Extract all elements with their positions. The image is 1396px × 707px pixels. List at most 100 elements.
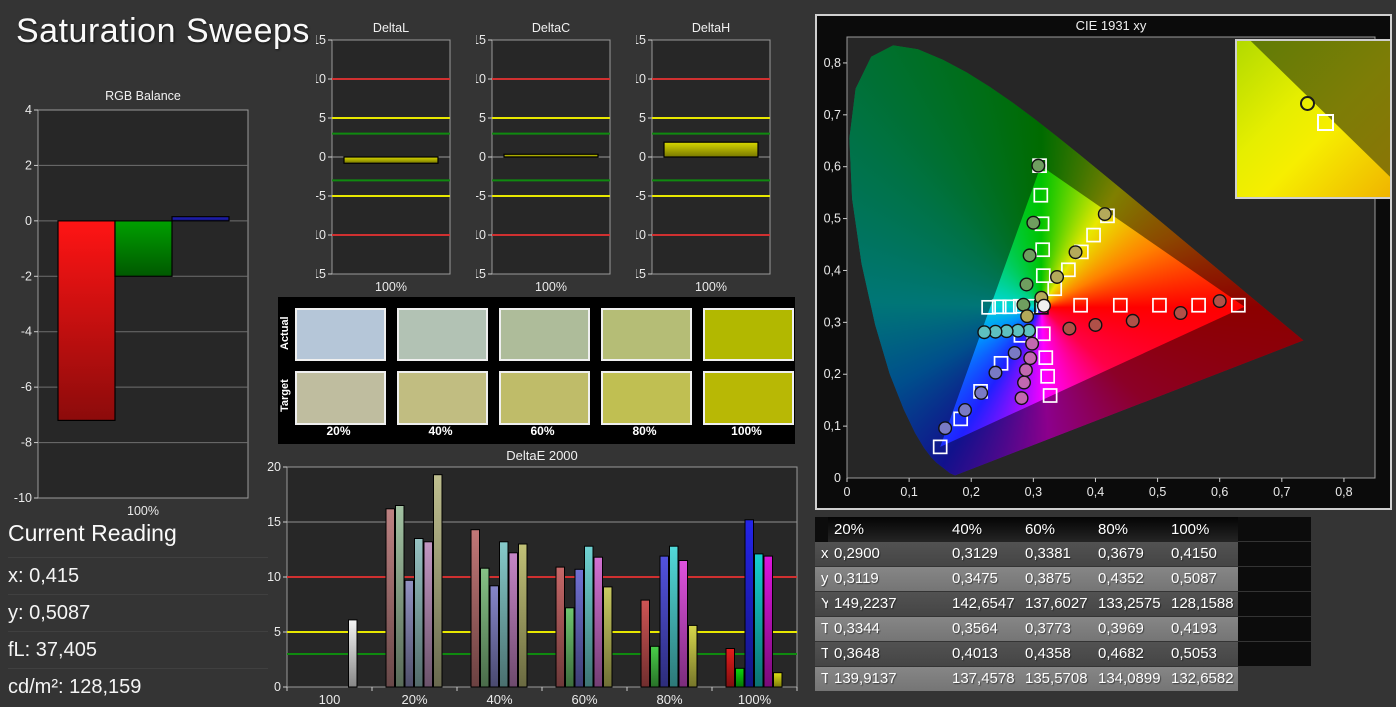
delta_c-svg: DeltaC 15 10 5 0 -5 -10 -15 100%: [468, 21, 611, 294]
table-cell: 0,3875: [1019, 567, 1092, 591]
cie-1931-chart[interactable]: CIE 1931 xy 0 0,1 0,1 0,2 0,2 0,3 0,3 0,4 0,4 0,5 0…: [815, 14, 1392, 510]
table-cell: 0,3648: [828, 642, 946, 666]
table-cell: 0,4150: [1165, 542, 1238, 566]
table-cell: 0,4358: [1019, 642, 1092, 666]
actual-target-swatch-panel[interactable]: Actual Target 20% 40% 60% 80% 100%: [278, 297, 795, 444]
svg-text:0,5: 0,5: [1149, 485, 1166, 499]
svg-text:0,1: 0,1: [900, 485, 917, 499]
delta-e-bar: [480, 567, 490, 688]
table-row-label: Target Y: [815, 667, 877, 691]
delta-c-chart[interactable]: DeltaC 15 10 5 0 -5 -10 -15 100%: [468, 12, 626, 301]
delta-e-bar: [773, 672, 783, 688]
svg-text:10: 10: [636, 72, 646, 86]
svg-text:10: 10: [267, 570, 281, 584]
table-header-cell: [815, 517, 828, 543]
table-cell: 128,1588: [1165, 592, 1238, 616]
current-reading-y: y: 0,5087: [8, 594, 268, 631]
table-cell: 135,5708: [1019, 667, 1092, 691]
svg-text:-15: -15: [316, 267, 326, 281]
delta-e-bar: [669, 545, 679, 688]
cie-measured-marker: [977, 325, 992, 340]
svg-text:0: 0: [479, 150, 486, 164]
cie-zoom-inset: [1235, 39, 1392, 199]
delta-e-bar: [404, 579, 414, 688]
delta_c-bar-deltac: [503, 153, 599, 158]
delta_h-svg: DeltaH 15 10 5 0 -5 -10 -15 100%: [628, 21, 771, 294]
cie-measured-marker: [1014, 391, 1029, 406]
saturation-sweep-table[interactable]: 20%40%60%80%100%x: CIE310,29000,31290,33…: [815, 517, 1311, 691]
table-cell: 134,0899: [1092, 667, 1165, 691]
svg-text:-10: -10: [476, 228, 486, 242]
svg-text:0,6: 0,6: [824, 160, 841, 174]
delta-e-bar: [763, 555, 773, 688]
svg-text:DeltaC: DeltaC: [532, 21, 570, 35]
cie-measured-marker: [1007, 345, 1022, 360]
svg-text:0,6: 0,6: [1211, 485, 1228, 499]
rgb-balance-chart[interactable]: RGB Balance 4 2 0 -2 -4 -6 -8 -10 100%: [6, 88, 262, 525]
delta-l-chart[interactable]: DeltaL 15 10 5 0 -5 -10 -15 100%: [308, 12, 466, 301]
delta-e-bar: [603, 586, 613, 688]
table-row-label: Y: [815, 592, 831, 616]
svg-text:DeltaE 2000: DeltaE 2000: [506, 448, 578, 463]
svg-text:-5: -5: [476, 189, 486, 203]
table-header-cell: 80%: [1092, 517, 1165, 543]
swatch-actual-60%: [499, 308, 590, 361]
delta-e-bar: [518, 543, 528, 688]
delta-e-bar: [499, 541, 509, 688]
svg-text:4: 4: [25, 103, 32, 117]
svg-text:60%: 60%: [571, 692, 597, 707]
cie-measured-marker: [958, 403, 973, 418]
svg-text:15: 15: [476, 33, 486, 47]
swatch-target-80%: [601, 371, 692, 425]
current-reading-title: Current Reading: [8, 520, 177, 546]
svg-text:-5: -5: [316, 189, 326, 203]
rgb_balance-bar-blue: [171, 216, 230, 222]
delta-e-bar: [489, 585, 499, 688]
svg-text:0: 0: [834, 471, 841, 485]
swatch-actual-40%: [397, 308, 488, 361]
delta-e-bar: [395, 505, 405, 688]
svg-text:40%: 40%: [486, 692, 512, 707]
swatch-actual-80%: [601, 308, 692, 361]
swatch-col-label: 80%: [632, 424, 657, 438]
svg-text:-10: -10: [316, 228, 326, 242]
delta-e-2000-chart[interactable]: DeltaE 2000 0 5 10 15 20 100 20% 40% 60% 80% 100%: [262, 448, 802, 707]
delta-h-chart[interactable]: DeltaH 15 10 5 0 -5 -10 -15 100%: [628, 12, 786, 301]
cie-measured-marker: [1031, 158, 1046, 173]
table-cell: 0,2900: [828, 542, 946, 566]
delta-e-bar: [678, 560, 688, 688]
svg-text:15: 15: [316, 33, 326, 47]
svg-text:0: 0: [844, 485, 851, 499]
svg-text:0,5: 0,5: [824, 212, 841, 226]
delta-e-bar: [659, 555, 669, 688]
svg-text:100%: 100%: [738, 692, 772, 707]
delta-e-bar: [508, 552, 518, 688]
cie-measured-marker: [1020, 309, 1035, 324]
table-cell: 137,6027: [1019, 592, 1092, 616]
cie-inset-measured-marker: [1299, 95, 1315, 111]
delta-e-bar: [574, 568, 584, 688]
svg-text:2: 2: [25, 158, 32, 172]
cie-measured-marker: [1025, 336, 1040, 351]
table-header-cell: 40%: [946, 517, 1019, 543]
svg-text:0,8: 0,8: [1335, 485, 1352, 499]
cie-measured-marker: [1017, 375, 1032, 390]
cie-measured-marker: [1062, 321, 1077, 336]
table-header-cell: 100%: [1165, 517, 1238, 543]
table-cell: 0,3679: [1092, 542, 1165, 566]
table-cell: 139,9137: [828, 667, 946, 691]
cie-measured-marker: [1068, 245, 1083, 260]
table-cell: 142,6547: [946, 592, 1019, 616]
delta-e-bar: [688, 624, 698, 688]
swatch-col-label: 40%: [428, 424, 453, 438]
delta-e-bar: [433, 474, 443, 688]
table-cell: 0,3475: [946, 567, 1019, 591]
table-cell: 0,4013: [946, 642, 1019, 666]
calibration-dashboard: Saturation Sweeps RGB Balance 4 2 0 -2 -4 -6 -8…: [0, 0, 1396, 707]
swatch-row-label-target: Target: [279, 379, 291, 413]
table-cell: 149,2237: [828, 592, 946, 616]
swatch-actual-20%: [295, 308, 386, 361]
svg-text:0,7: 0,7: [824, 108, 841, 122]
cie-measured-marker: [988, 365, 1003, 380]
cie-measured-marker: [1036, 298, 1051, 313]
